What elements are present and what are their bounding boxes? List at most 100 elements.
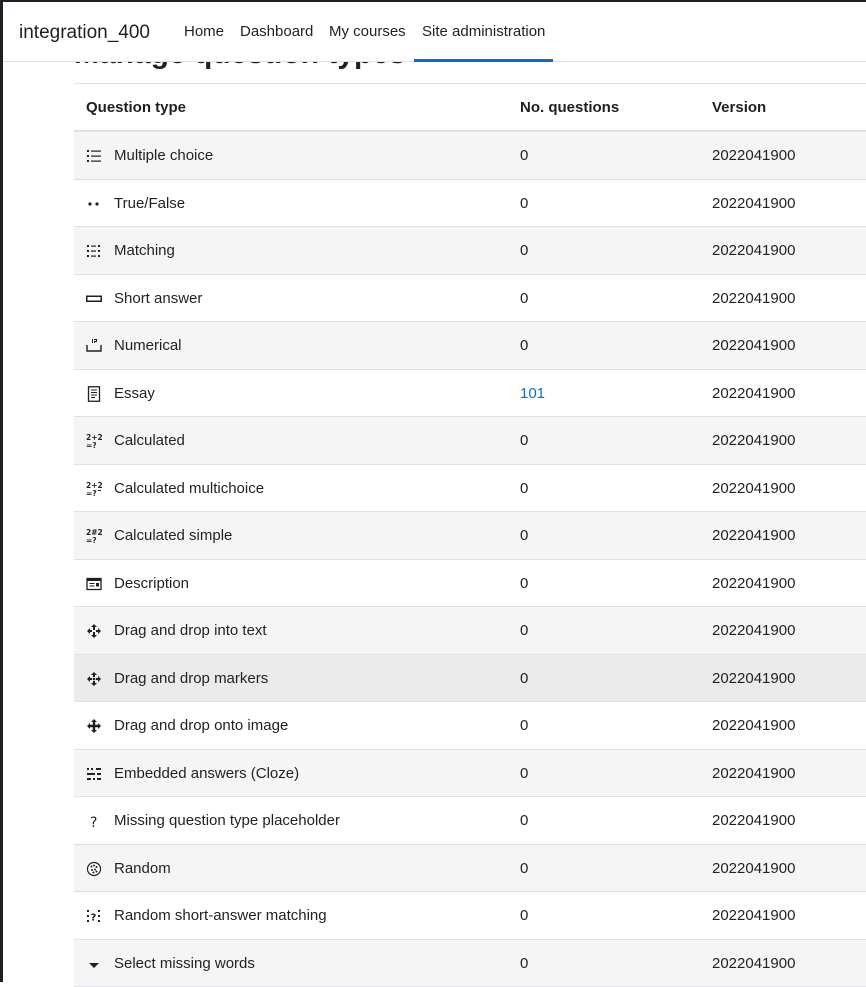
matching-icon: [86, 243, 102, 259]
question-type-version: 2022041900: [712, 812, 795, 830]
question-type-version: 2022041900: [712, 717, 795, 735]
table-row: 2+2=? Calculated multichoice 0 202204190…: [74, 465, 866, 513]
question-type-version: 2022041900: [712, 670, 795, 688]
question-type-version: 2022041900: [712, 337, 795, 355]
question-type-version: 2022041900: [712, 147, 795, 165]
nav-my-courses[interactable]: My courses: [329, 23, 406, 41]
svg-text:?: ?: [91, 913, 97, 924]
question-type-version: 2022041900: [712, 907, 795, 925]
select-missing-words-icon: [86, 956, 102, 972]
question-type-name: Calculated multichoice: [114, 480, 264, 498]
question-type-name: Select missing words: [114, 955, 255, 973]
question-count: 0: [520, 195, 528, 213]
site-brand[interactable]: integration_400: [19, 22, 150, 44]
table-row: 2+2=? Calculated 0 2022041900: [74, 417, 866, 465]
question-type-name: Numerical: [114, 337, 182, 355]
table-row: Multiple choice 0 2022041900: [74, 132, 866, 180]
column-header-question-type: Question type: [86, 99, 186, 117]
question-type-version: 2022041900: [712, 575, 795, 593]
table-row: Essay 101 2022041900: [74, 370, 866, 418]
question-count: 0: [520, 480, 528, 498]
nav-site-administration[interactable]: Site administration: [422, 23, 545, 41]
question-type-version: 2022041900: [712, 622, 795, 640]
random-short-answer-matching-icon: ?: [86, 908, 102, 924]
nav-home[interactable]: Home: [184, 23, 224, 41]
window-left-edge: [0, 0, 3, 982]
multiple-choice-icon: [86, 148, 102, 164]
drag-drop-text-icon: [86, 623, 102, 639]
question-type-name: Missing question type placeholder: [114, 812, 340, 830]
question-type-name: Calculated: [114, 432, 185, 450]
question-type-version: 2022041900: [712, 242, 795, 260]
table-row: Numerical 0 2022041900: [74, 322, 866, 370]
question-type-name: Calculated simple: [114, 527, 232, 545]
svg-text:=?: =?: [86, 536, 97, 544]
question-type-version: 2022041900: [712, 432, 795, 450]
question-type-name: Drag and drop into text: [114, 622, 267, 640]
table-header: Question type No. questions Version: [74, 84, 866, 132]
question-count: 0: [520, 812, 528, 830]
question-type-name: Short answer: [114, 290, 202, 308]
question-type-name: Random: [114, 860, 171, 878]
question-type-name: Description: [114, 575, 189, 593]
table-row: Drag and drop markers 0 2022041900: [74, 655, 866, 703]
table-row: Drag and drop onto image 0 2022041900: [74, 702, 866, 750]
question-type-name: Random short-answer matching: [114, 907, 327, 925]
table-row: Drag and drop into text 0 2022041900: [74, 607, 866, 655]
question-type-version: 2022041900: [712, 195, 795, 213]
question-count: 0: [520, 955, 528, 973]
top-navbar: integration_400 Home Dashboard My course…: [3, 2, 866, 62]
table-row: Embedded answers (Cloze) 0 2022041900: [74, 750, 866, 798]
table-row: Short answer 0 2022041900: [74, 275, 866, 323]
calculated-icon: 2+2=?: [86, 433, 102, 449]
column-header-no-questions: No. questions: [520, 99, 619, 117]
table-row: Description 0 2022041900: [74, 560, 866, 608]
question-type-version: 2022041900: [712, 290, 795, 308]
table-row: ? Random short-answer matching 0 2022041…: [74, 892, 866, 940]
numerical-icon: [86, 338, 102, 354]
true-false-icon: [86, 196, 102, 212]
question-type-name: True/False: [114, 195, 185, 213]
column-header-version: Version: [712, 99, 766, 117]
question-count: 0: [520, 242, 528, 260]
question-type-name: Multiple choice: [114, 147, 213, 165]
table-row: Random 0 2022041900: [74, 845, 866, 893]
table-row: Select missing words 0 2022041900: [74, 940, 866, 987]
question-count: 0: [520, 717, 528, 735]
question-type-version: 2022041900: [712, 765, 795, 783]
question-type-version: 2022041900: [712, 527, 795, 545]
question-count: 0: [520, 337, 528, 355]
question-type-version: 2022041900: [712, 480, 795, 498]
question-types-table: Question type No. questions Version Mult…: [74, 83, 866, 987]
svg-text:=?: =?: [86, 489, 97, 497]
calculated-simple-icon: 2#2=?: [86, 528, 102, 544]
random-icon: [86, 861, 102, 877]
question-count: 0: [520, 147, 528, 165]
question-count-link[interactable]: 101: [520, 385, 545, 403]
question-type-name: Essay: [114, 385, 155, 403]
question-type-name: Matching: [114, 242, 175, 260]
window-top-edge: [0, 0, 866, 2]
question-type-version: 2022041900: [712, 955, 795, 973]
missing-type-icon: ?: [86, 813, 102, 829]
nav-dashboard[interactable]: Dashboard: [240, 23, 313, 41]
svg-text:=?: =?: [86, 441, 97, 449]
embedded-answers-icon: [86, 766, 102, 782]
question-type-name: Drag and drop onto image: [114, 717, 288, 735]
table-row: 2#2=? Calculated simple 0 2022041900: [74, 512, 866, 560]
question-type-name: Embedded answers (Cloze): [114, 765, 299, 783]
question-count: 0: [520, 575, 528, 593]
table-row: ? Missing question type placeholder 0 20…: [74, 797, 866, 845]
question-count: 0: [520, 527, 528, 545]
essay-count-link[interactable]: 101: [520, 385, 545, 402]
table-row: True/False 0 2022041900: [74, 180, 866, 228]
question-count: 0: [520, 907, 528, 925]
question-count: 0: [520, 432, 528, 450]
table-row: Matching 0 2022041900: [74, 227, 866, 275]
question-count: 0: [520, 622, 528, 640]
question-count: 0: [520, 290, 528, 308]
drag-drop-image-icon: [86, 718, 102, 734]
question-type-version: 2022041900: [712, 385, 795, 403]
svg-text:?: ?: [90, 815, 97, 829]
drag-drop-markers-icon: [86, 671, 102, 687]
